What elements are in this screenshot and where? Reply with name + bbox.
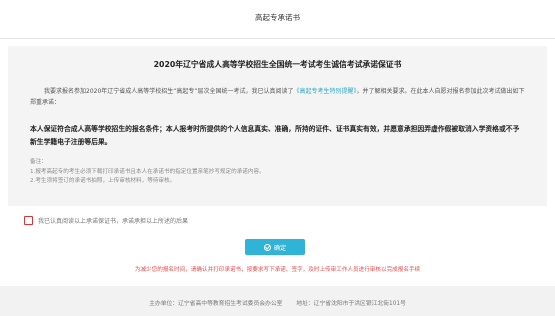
note-item: 1.报考高起专的考生必须下载打印承诺书且本人在承诺书的指定位置亲笔抄写规定的承诺…	[30, 168, 265, 175]
note-item: 2.考生须将签订的承诺书拍照，上传审核材料，等待审核。	[30, 178, 176, 184]
check-circle-icon	[263, 243, 271, 251]
pledge-statement: 本人保证符合成人高等学校招生的报名条件；本人报考时所提供的个人信息真实、准确，所…	[30, 125, 520, 146]
confirm-button-label: 确定	[273, 244, 287, 252]
footer-text: 主办单位：辽宁省高中等教育招生考试委员会办公室 地址：辽宁省沈阳市于洪区银江北街…	[0, 298, 555, 307]
page-title: 高起专承诺书	[255, 13, 300, 22]
agree-checkbox[interactable]	[24, 215, 33, 225]
pledge-heading: 2020年辽宁省成人高等学校招生全国统一考试考生诚信考试承诺保证书	[153, 60, 402, 69]
pledge-intro-text: 我要求报名参加2020年辽宁省成人高等学校招生“高起专”层次全国统一考试，我已认…	[44, 88, 294, 95]
warning-text: 为减少您的报名时间，请确认并打印承诺书，按要求写下承诺、签字，及时上传审工作人员…	[134, 267, 421, 273]
agree-label[interactable]: 我已认真阅读以上承诺保证书，承诺承担以上所述的后果	[38, 216, 188, 225]
agree-row[interactable]: 我已认真阅读以上承诺保证书，承诺承担以上所述的后果	[24, 214, 188, 226]
header-bar: 高起专承诺书	[0, 0, 555, 39]
footer-organizer: 主办单位：辽宁省高中等教育招生考试委员会办公室	[149, 301, 283, 307]
pledge-notes: 备注： 1.报考高起专的考生必须下载打印承诺书且本人在承诺书的指定位置亲笔抄写规…	[30, 158, 530, 187]
confirm-button[interactable]: 确定	[245, 239, 305, 255]
footer: 主办单位：辽宁省高中等教育招生考试委员会办公室 地址：辽宁省沈阳市于洪区银江北街…	[0, 286, 555, 316]
pledge-panel: 2020年辽宁省成人高等学校招生全国统一考试考生诚信考试承诺保证书 我要求报名参…	[8, 46, 547, 206]
special-notice-link[interactable]: 《高起专考生特别提醒》	[294, 88, 357, 95]
notes-title: 备注：	[30, 159, 47, 165]
footer-address: 地址：辽宁省沈阳市于洪区银江北街101号	[296, 301, 406, 307]
pledge-intro: 我要求报名参加2020年辽宁省成人高等学校招生“高起专”层次全国统一考试，我已认…	[30, 86, 530, 108]
